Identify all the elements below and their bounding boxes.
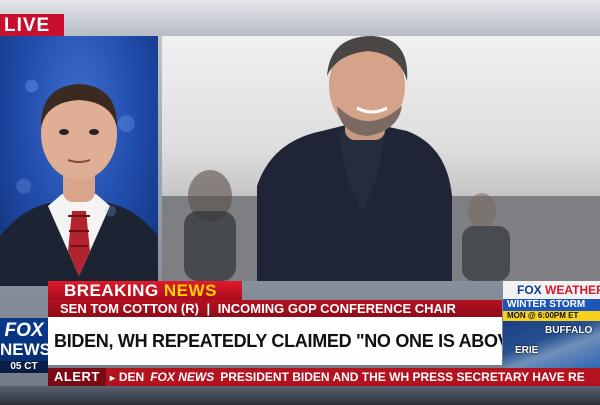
fox-weather-weather: WEATHER: [545, 283, 600, 297]
weather-map: BUFFALO ERIE: [503, 321, 600, 368]
breaking-news-banner: BREAKING NEWS: [48, 281, 242, 300]
ticker-text: PRESIDENT BIDEN AND THE WH PRESS SECRETA…: [220, 370, 585, 384]
news-ticker: ALERT ▸ DEN FOX NEWS PRESIDENT BIDEN AND THE…: [48, 368, 600, 386]
guest-name: SEN TOM COTTON (R): [60, 301, 199, 316]
headline-chyron: BIDEN, WH REPEATEDLY CLAIMED "NO ONE IS …: [48, 317, 502, 365]
logo-clock: 05 CT: [0, 361, 48, 373]
ticker-lead-text: DEN: [118, 370, 145, 384]
studio-floor: [0, 386, 600, 405]
guest-video-panel: [0, 36, 158, 286]
storm-time: MON @ 6:00PM ET: [503, 311, 600, 321]
ticker-alert-label: ALERT: [48, 368, 106, 386]
logo-fox-text: FOX: [4, 320, 44, 341]
fox-news-logo: FOX NEWS 05 CT: [0, 318, 51, 373]
city-buffalo: BUFFALO: [545, 325, 593, 336]
ticker-arrow-icon: ▸: [109, 373, 115, 384]
guest-id-bar: SEN TOM COTTON (R) | INCOMING GOP CONFER…: [48, 300, 502, 317]
winter-storm-label: WINTER STORM: [503, 299, 600, 311]
weather-widget: FOX WEATHER WINTER STORM MON @ 6:00PM ET…: [503, 281, 600, 368]
story-photo: [162, 36, 600, 281]
live-badge: LIVE: [0, 14, 64, 38]
logo-news-text: NEWS: [0, 340, 51, 359]
blue-backdrop: [0, 36, 158, 286]
ticker-fox-news-logo: FOX NEWS: [150, 370, 215, 384]
breaking-word: BREAKING: [64, 281, 159, 300]
separator: |: [206, 301, 211, 316]
news-word: NEWS: [163, 281, 217, 300]
fox-weather-brand: FOX WEATHER: [503, 281, 600, 299]
fox-weather-fox: FOX: [517, 283, 542, 297]
guest-title: INCOMING GOP CONFERENCE CHAIR: [217, 301, 456, 316]
story-photo-panel: [162, 36, 600, 281]
studio-ceiling: [0, 0, 600, 36]
city-erie: ERIE: [515, 345, 539, 356]
